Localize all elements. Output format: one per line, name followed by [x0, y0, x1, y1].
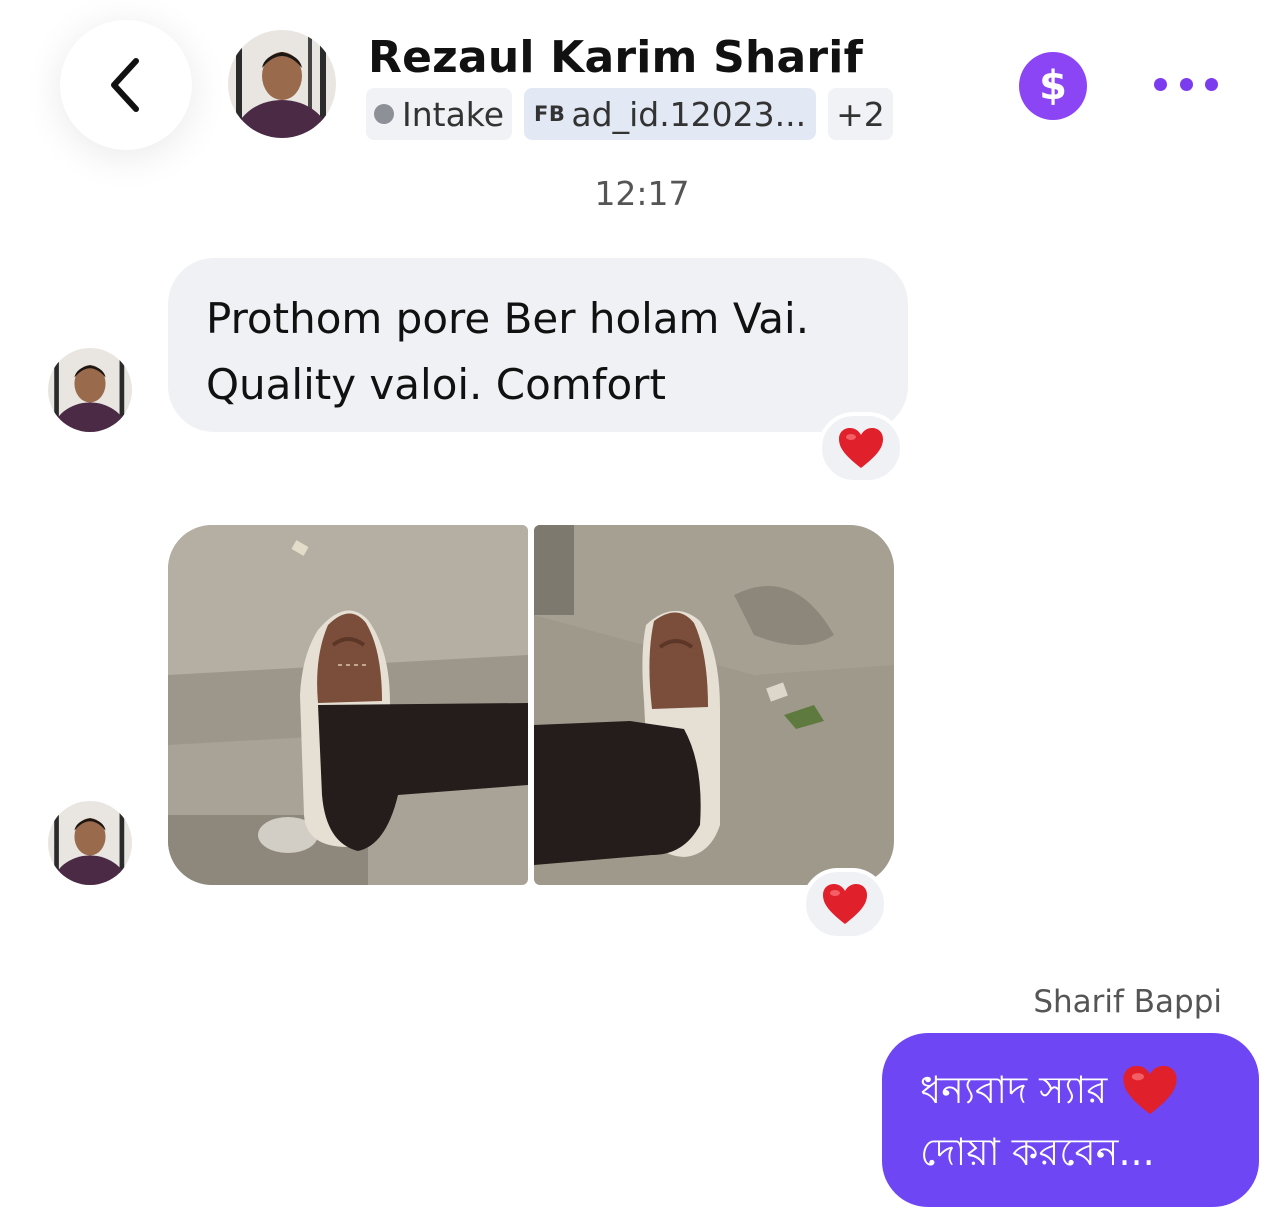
heart-icon: [1123, 1065, 1177, 1115]
status-dot-icon: [374, 104, 394, 124]
message-text-line: ধন্যবাদ স্যার: [920, 1068, 1108, 1112]
tag-label: ad_id.12023...: [571, 94, 807, 134]
back-button[interactable]: [60, 20, 192, 150]
tag-intake[interactable]: Intake: [366, 88, 513, 140]
shoe-photo-2[interactable]: [534, 525, 894, 885]
back-chevron-icon: [111, 58, 139, 112]
dollar-icon: $: [1039, 63, 1067, 109]
photo-reaction[interactable]: [802, 868, 888, 940]
payment-button[interactable]: $: [1019, 52, 1087, 120]
heart-icon: [823, 884, 867, 924]
heart-icon: [839, 428, 883, 468]
message-timestamp: 12:17: [594, 174, 690, 213]
outgoing-sender-name: Sharif Bappi: [1033, 984, 1222, 1020]
tag-more-count[interactable]: +2: [828, 88, 893, 140]
shoe-photo-1[interactable]: [168, 525, 528, 885]
message-reaction[interactable]: [818, 412, 904, 484]
contact-name: Rezaul Karim Sharif: [368, 32, 863, 83]
facebook-icon: FB: [534, 102, 566, 126]
sender-avatar[interactable]: [48, 348, 132, 432]
message-text-line: দোয়া করবেন...: [920, 1130, 1155, 1174]
message-text-line: Prothom pore Ber holam Vai.: [206, 294, 810, 343]
message-text-line: Quality valoi. Comfort: [206, 360, 666, 409]
tag-label: Intake: [402, 94, 505, 134]
sender-avatar[interactable]: [48, 801, 132, 885]
tag-label: +2: [836, 94, 885, 134]
incoming-message-bubble[interactable]: Prothom pore Ber holam Vai. Quality valo…: [168, 258, 908, 432]
contact-tags: Intake FB ad_id.12023... +2: [366, 88, 893, 140]
contact-avatar[interactable]: [228, 30, 336, 138]
outgoing-message-bubble[interactable]: ধন্যবাদ স্যার দোয়া করবেন...: [882, 1033, 1259, 1207]
tag-ad-id[interactable]: FB ad_id.12023...: [524, 88, 817, 140]
more-options-icon: [1154, 77, 1167, 91]
more-options-button[interactable]: [1154, 64, 1218, 104]
